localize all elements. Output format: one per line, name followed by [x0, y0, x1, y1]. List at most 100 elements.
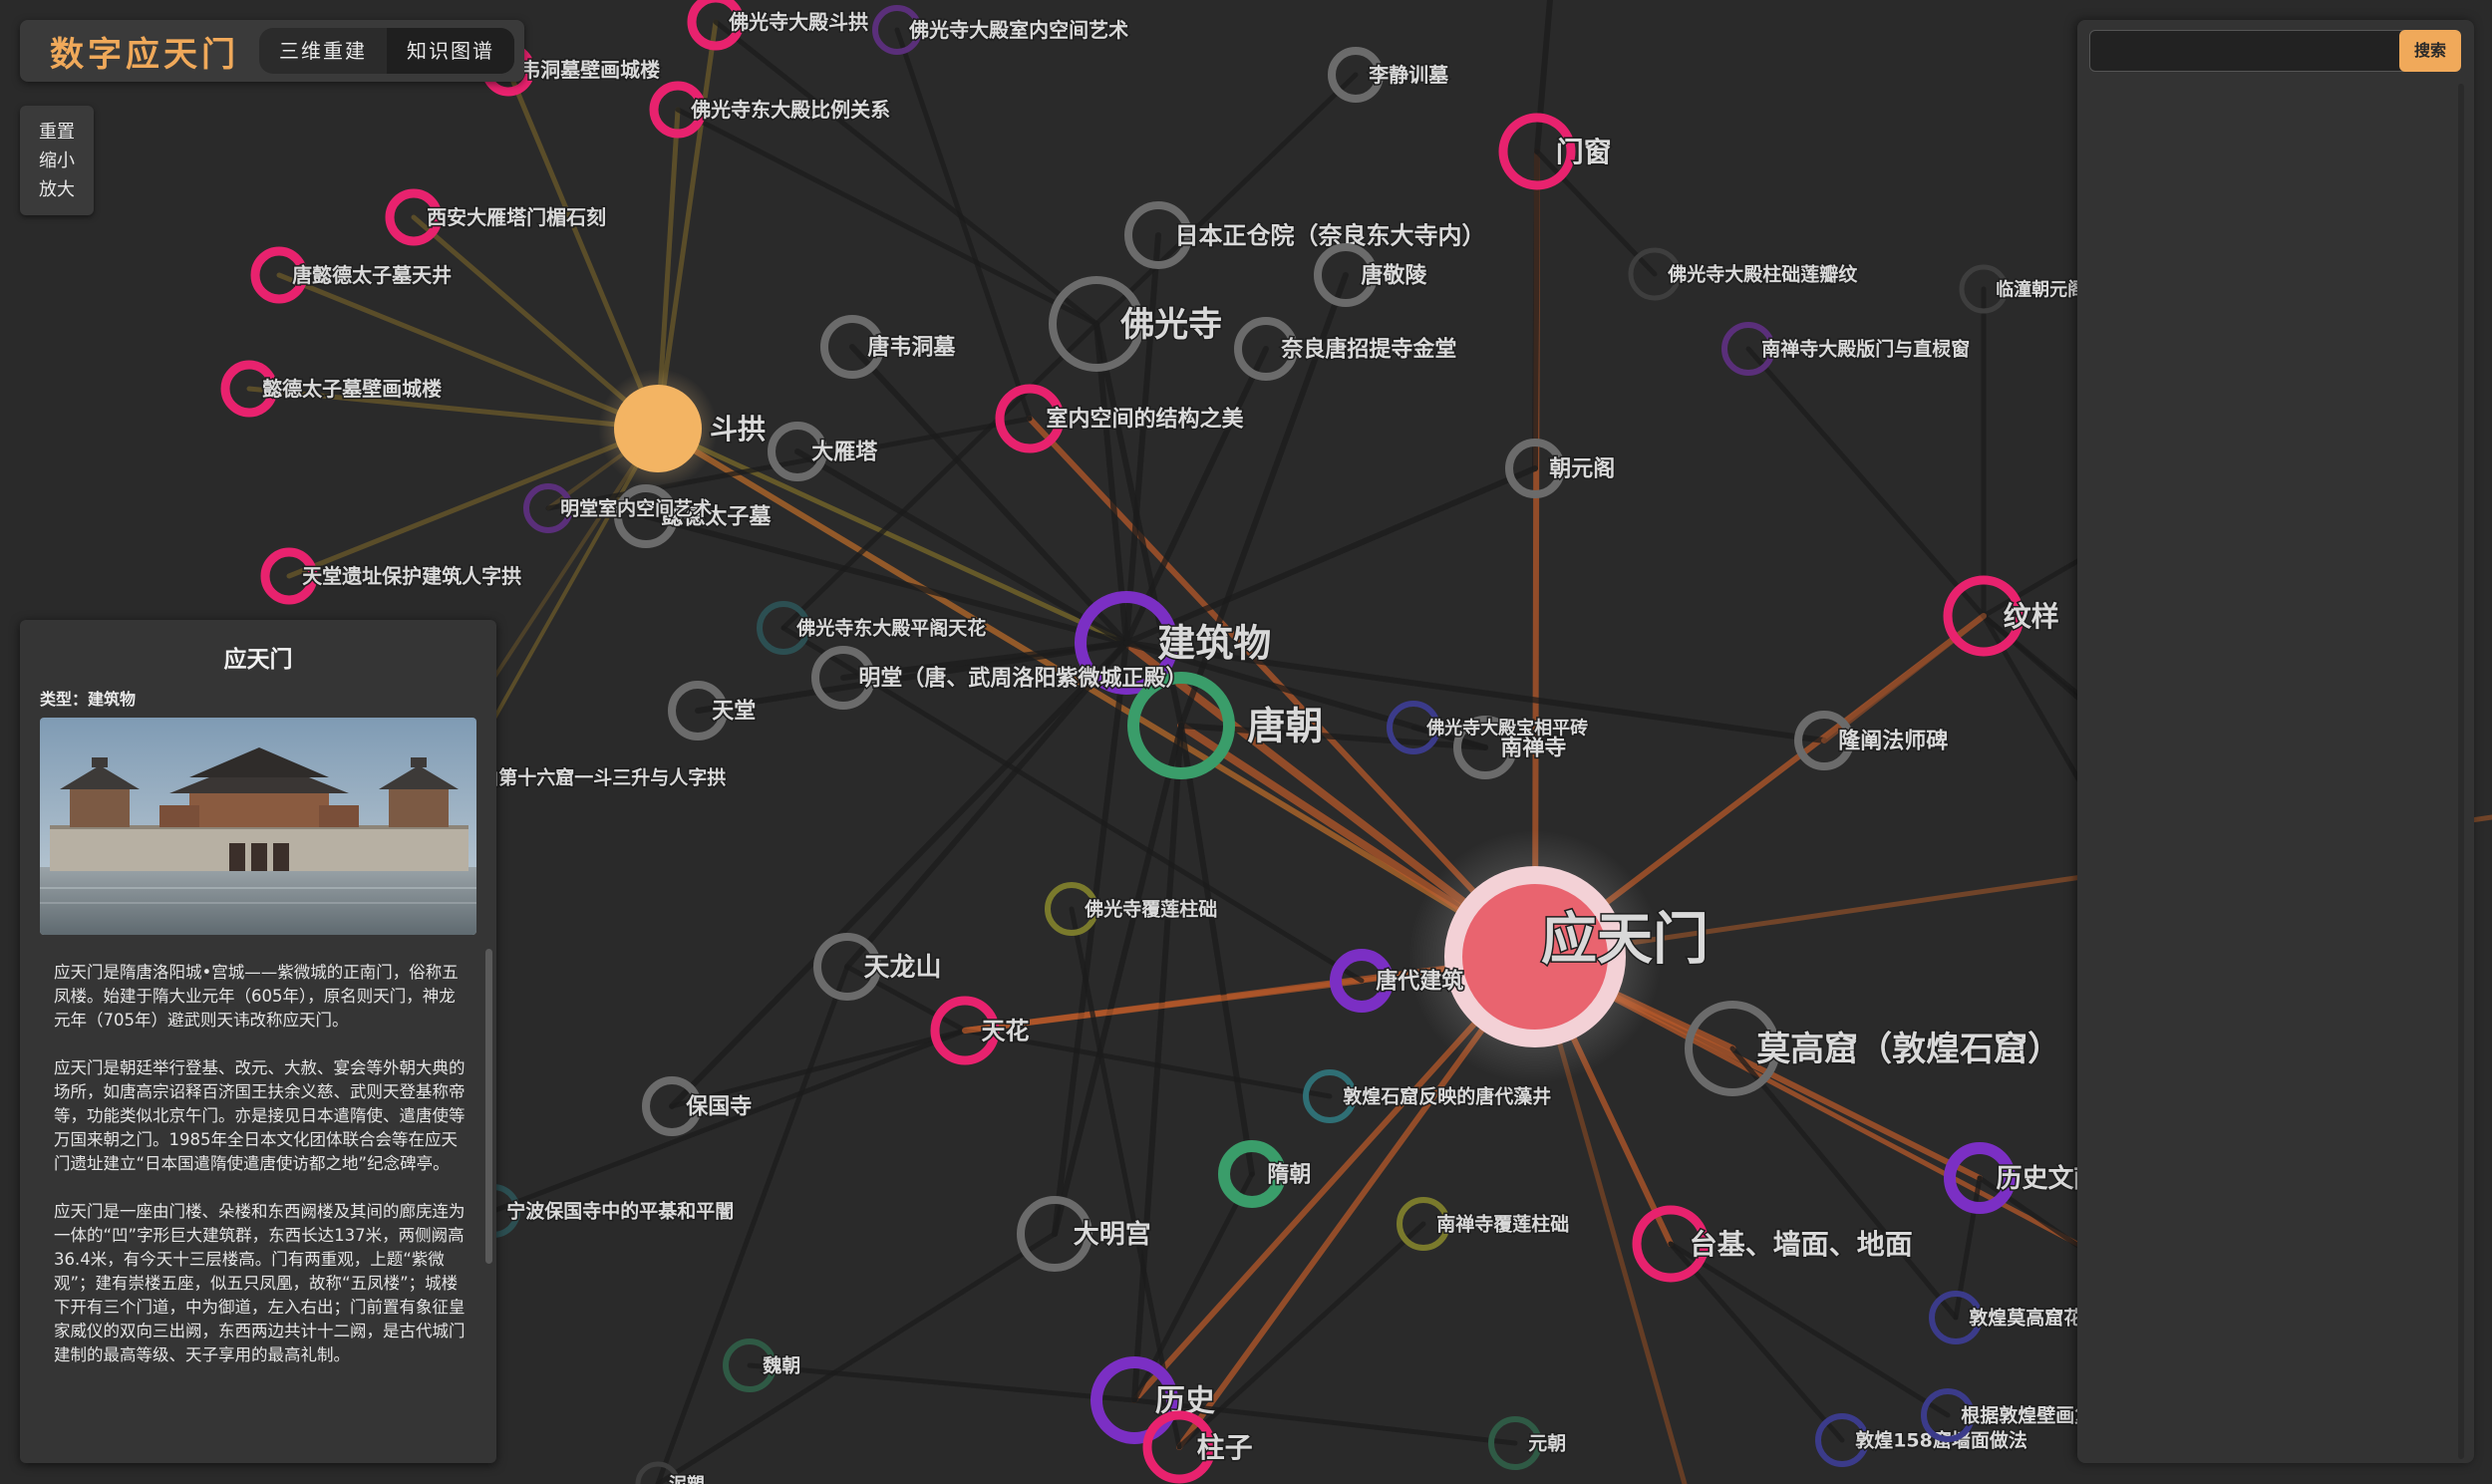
graph-node-circle[interactable] [614, 385, 702, 472]
graph-node-twdm[interactable]: 唐韦洞墓 [820, 315, 958, 379]
info-title: 应天门 [223, 647, 293, 673]
graph-node-label: 隆阐法师碑 [1838, 729, 1948, 754]
graph-node-tydtzt[interactable]: 唐懿德太子墓天井 [250, 246, 454, 304]
graph-node-rbzcy[interactable]: 日本正仓院（奈良东大寺内） [1124, 201, 1487, 269]
graph-node-label: 奈良唐招提寺金堂 [1280, 337, 1456, 363]
zoom-controls: 重置 缩小 放大 [20, 106, 94, 215]
graph-node-label: 大明宫 [1074, 1219, 1151, 1250]
zoom-in-button[interactable]: 放大 [39, 175, 75, 204]
graph-node-label: 天堂 [712, 700, 756, 725]
graph-node-fgsdds[interactable]: 佛光寺大殿斗拱 [687, 0, 870, 51]
graph-node-label: 隋朝 [1267, 1162, 1311, 1188]
graph-node-label: 泥塑 [669, 1473, 705, 1484]
graph-node-tj[interactable]: 台基、墙面、地面 [1632, 1205, 1914, 1283]
graph-node-label: 唐敬陵 [1361, 263, 1427, 289]
graph-node-lcfsb[interactable]: 隆阐法师碑 [1794, 711, 1950, 770]
graph-node-label: 柱子 [1197, 1431, 1253, 1464]
graph-node-fgsddsn[interactable]: 佛光寺大殿室内空间艺术 [872, 5, 1130, 55]
graph-node-cyg[interactable]: 朝元阁 [1505, 439, 1617, 498]
graph-node-label: 应天门 [1541, 908, 1709, 973]
graph-node-nsdmc[interactable]: 南禅寺大殿版门与直棂窗 [1721, 322, 1972, 376]
info-scrollbar[interactable] [485, 949, 492, 1264]
graph-node-label: 佛光寺大殿斗拱 [728, 10, 868, 34]
graph-node-nsfl[interactable]: 南禅寺覆莲柱础 [1397, 1197, 1571, 1251]
graph-node-yc[interactable]: 元朝 [1488, 1416, 1568, 1470]
info-paragraph-1: 应天门是隋唐洛阳城•宫城——紫微城的正南门，俗称五凤楼。始建于隋大业元年（605… [54, 963, 459, 1030]
graph-edge [655, 1231, 1058, 1484]
building-photo-icon [40, 718, 476, 935]
graph-node-nbgs[interactable]: 宁波保国寺中的平棊和平闇 [467, 1184, 736, 1238]
graph-node-label: 天堂遗址保护建筑人字拱 [302, 564, 521, 588]
graph-node-sc[interactable]: 隋朝 [1218, 1140, 1313, 1208]
graph-node-label: 纹样 [2004, 600, 2059, 633]
graph-node-label: 斗拱 [710, 413, 766, 445]
graph-node-label: 朝元阁 [1549, 456, 1615, 482]
graph-node-label: 南禅寺 [1500, 736, 1566, 761]
graph-node-mc[interactable]: 门窗 [1498, 113, 1613, 190]
graph-node-label: 南禅寺大殿版门与直棂窗 [1761, 338, 1970, 361]
graph-node-tls[interactable]: 天龙山 [813, 933, 943, 1001]
graph-node-label: 佛光寺东大殿平阁天花 [795, 617, 986, 640]
graph-node-tt[interactable]: 天堂 [668, 681, 758, 741]
graph-node-fgs[interactable]: 佛光寺 [1049, 276, 1224, 372]
graph-node-dhmgk[interactable]: 敦煌莫高窟花砖 [1929, 1291, 2103, 1344]
info-description: 应天门是隋唐洛阳城•宫城——紫微城的正南门，俗称五凤楼。始建于隋大业元年（605… [54, 961, 468, 1445]
graph-node-label: 佛光寺大殿室内空间艺术 [908, 18, 1128, 42]
graph-edge [1052, 640, 1129, 1237]
graph-node-fgsddzc[interactable]: 佛光寺大殿柱础莲瓣纹 [1628, 247, 1860, 301]
graph-edge [1668, 1241, 1845, 1443]
graph-node-wc[interactable]: 魏朝 [723, 1338, 802, 1392]
graph-edge [1123, 465, 1538, 646]
graph-node-xadyt[interactable]: 西安大雁塔门楣石刻 [385, 188, 608, 246]
graph-edge [1745, 346, 1987, 619]
graph-node-label: 大雁塔 [811, 441, 878, 465]
graph-node-label: 佛光寺覆莲柱础 [1084, 898, 1217, 921]
graph-node-label: 台基、墙面、地面 [1690, 1228, 1913, 1261]
search-results-scrollbar[interactable] [2458, 84, 2464, 1459]
graph-edge [1668, 1241, 1951, 1418]
reset-button[interactable]: 重置 [39, 118, 75, 147]
search-button[interactable]: 搜索 [2399, 30, 2461, 72]
graph-node-label: 佛光寺大殿宝相平砖 [1425, 717, 1588, 739]
graph-edge [747, 1362, 1137, 1403]
graph-edge [655, 964, 850, 1484]
graph-node-ttbh[interactable]: 天堂遗址保护建筑人字拱 [260, 547, 523, 605]
node-info-panel: 应天门 类型：建筑物 应天门是隋唐洛阳城•宫城——紫微城的正南门，俗称五凤楼。始… [20, 620, 496, 1463]
graph-node-mgk[interactable]: 莫高窟（敦煌石窟） [1685, 1001, 2063, 1096]
graph-node-label: 日本正仓院（奈良东大寺内） [1175, 221, 1486, 249]
zoom-out-button[interactable]: 缩小 [39, 147, 75, 175]
graph-node-label: 唐懿德太子墓天井 [292, 263, 452, 287]
graph-node-nltzts[interactable]: 奈良唐招提寺金堂 [1234, 317, 1458, 381]
graph-node-label: 佛光寺东大殿比例关系 [690, 98, 890, 122]
graph-edge [1532, 148, 1540, 471]
graph-node-circle[interactable] [1127, 672, 1235, 779]
graph-edge [490, 1028, 968, 1214]
info-paragraph-3: 应天门是一座由门楼、朵楼和东西阙楼及其间的廊庑连为一体的“凹”字形巨大建筑群，东… [54, 1202, 466, 1364]
graph-node-label: 韦洞墓壁画城楼 [520, 58, 660, 82]
graph-node-label: 佛光寺大殿柱础莲瓣纹 [1667, 263, 1858, 286]
graph-node-ljxm[interactable]: 李静训墓 [1328, 47, 1451, 103]
graph-node-label: 莫高窟（敦煌石窟） [1756, 1030, 2061, 1069]
graph-node-zz[interactable]: 柱子 [1142, 1410, 1254, 1484]
app-title: 数字应天门 [50, 34, 239, 75]
tab-knowledge-graph[interactable]: 知识图谱 [387, 28, 514, 74]
graph-node-label: 唐朝 [1247, 704, 1323, 747]
graph-node-label: 西安大雁塔门楣石刻 [427, 205, 606, 229]
graph-node-lwm[interactable]: 泥塑 [635, 1461, 707, 1484]
graph-node-fgsdbl[interactable]: 佛光寺东大殿比例关系 [649, 81, 892, 139]
search-input[interactable] [2089, 30, 2420, 72]
graph-edge [1729, 1045, 1959, 1321]
top-bar: 数字应天门 三维重建 知识图谱 [20, 20, 524, 82]
graph-node-wy[interactable]: 纹样 [1943, 575, 2060, 657]
graph-node-label: 魏朝 [762, 1354, 800, 1377]
graph-node-label: 宁波保国寺中的平棊和平闇 [506, 1200, 734, 1223]
graph-node-ytm[interactable]: 应天门 [1407, 829, 1711, 1084]
graph-node-th[interactable]: 天花 [930, 996, 1031, 1065]
graph-node-label: 敦煌石窟反映的唐代藻井 [1343, 1085, 1551, 1108]
graph-node-label: 唐代建筑 [1376, 969, 1463, 995]
graph-node-tjl[interactable]: 唐敬陵 [1314, 243, 1429, 307]
tab-3d-reconstruction[interactable]: 三维重建 [259, 28, 387, 74]
graph-node-label: 明堂室内空间艺术 [560, 497, 712, 520]
graph-edge [1178, 723, 1255, 1177]
graph-node-fgspz[interactable]: 佛光寺东大殿平阁天花 [757, 601, 988, 655]
